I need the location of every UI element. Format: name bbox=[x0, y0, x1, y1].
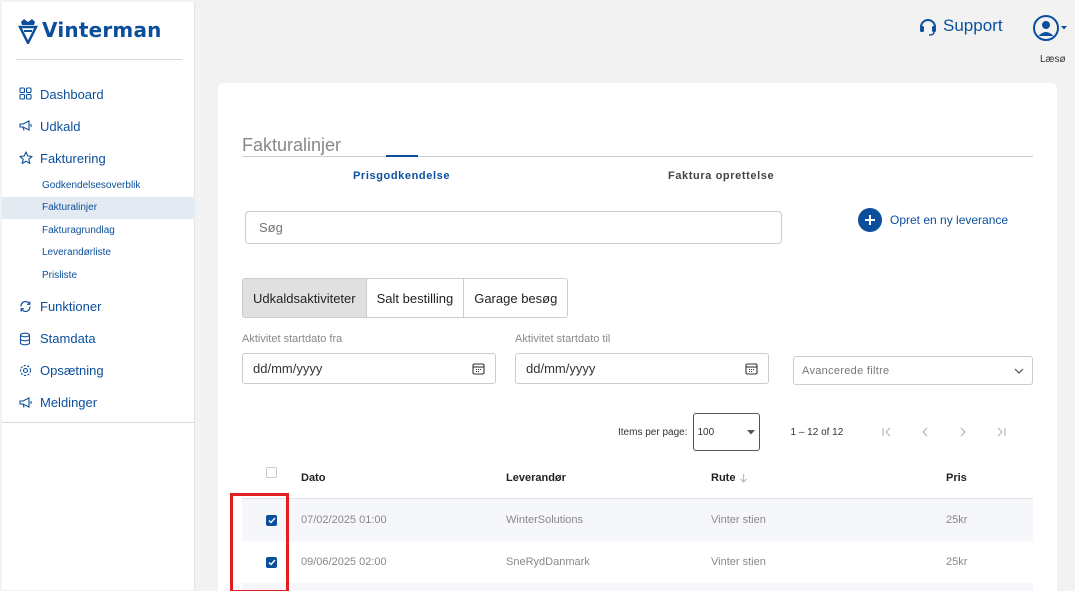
tab-prisgodkendelse[interactable]: Prisgodkendelse bbox=[353, 170, 450, 182]
activity-type-toggle: Udkaldsaktiviteter Salt bestilling Garag… bbox=[242, 278, 569, 318]
user-avatar-icon bbox=[1033, 15, 1059, 41]
cell-leverandor: WinterSolutions bbox=[506, 514, 584, 526]
sidebar-item-label: Meldinger bbox=[40, 395, 98, 410]
date-value: dd/mm/yyyy bbox=[526, 361, 596, 376]
sidebar-item-label: Fakturering bbox=[40, 150, 106, 166]
logo-divider bbox=[16, 59, 182, 60]
calendar-icon bbox=[745, 363, 758, 375]
crown-logo-icon bbox=[18, 19, 38, 44]
cell-pris: 25kr bbox=[946, 556, 968, 568]
paginator: Items per page: 100 1 – 12 of 12 bbox=[618, 413, 1007, 451]
cell-rute: Vinter stien bbox=[711, 556, 766, 568]
segment-garage-besog[interactable]: Garage besøg bbox=[464, 279, 568, 317]
column-header-pris[interactable]: Pris bbox=[946, 472, 1033, 484]
user-name: Læsø bbox=[1040, 54, 1066, 65]
table-row[interactable]: 09/06/2025 02:00 SneRydDanmark Vinter st… bbox=[242, 541, 1033, 583]
sidebar-subitem-fakturalinjer[interactable]: Fakturalinjer bbox=[2, 196, 195, 219]
search-input[interactable] bbox=[245, 211, 782, 244]
page-size-select[interactable]: 100 bbox=[693, 413, 761, 451]
start-date-to-label: Aktivitet startdato til bbox=[515, 333, 611, 345]
select-all-cell bbox=[242, 457, 301, 478]
column-header-rute[interactable]: Rute bbox=[711, 472, 946, 484]
sidebar-item-label: Udkald bbox=[40, 118, 81, 134]
cell-rute: Vinter stien bbox=[711, 514, 766, 526]
sidebar-divider bbox=[2, 422, 195, 423]
sidebar-item-udkald[interactable]: Udkald bbox=[2, 110, 195, 142]
sidebar-nav: Dashboard Udkald Fakturering Godkendelse… bbox=[2, 78, 195, 419]
column-header-leverandor[interactable]: Leverandør bbox=[506, 472, 711, 484]
start-date-to-input[interactable]: dd/mm/yyyy bbox=[515, 353, 769, 384]
sidebar-item-fakturering[interactable]: Fakturering bbox=[2, 142, 195, 174]
megaphone-icon bbox=[19, 119, 33, 133]
megaphone-icon bbox=[19, 396, 33, 410]
sidebar-subitem-prisliste[interactable]: Prisliste bbox=[2, 264, 195, 287]
sidebar-item-label: Opsætning bbox=[40, 363, 104, 378]
support-label: Support bbox=[943, 16, 1003, 35]
segment-udkaldsaktiviteter[interactable]: Udkaldsaktiviteter bbox=[243, 279, 367, 317]
tab-faktura-oprettelse[interactable]: Faktura oprettelse bbox=[668, 170, 774, 182]
invoice-lines-table: Dato Leverandør Rute Pris 07/02/2025 01:… bbox=[242, 457, 1033, 591]
date-value: dd/mm/yyyy bbox=[253, 361, 323, 376]
start-date-from-input[interactable]: dd/mm/yyyy bbox=[242, 353, 496, 384]
column-header-label: Rute bbox=[711, 471, 736, 484]
new-delivery-label: Opret en ny leverance bbox=[890, 213, 1009, 227]
page-title: Fakturalinjer bbox=[242, 135, 342, 155]
sidebar: Vinterman Dashboard Udkald Fakturering G… bbox=[2, 2, 195, 590]
sidebar-item-meldinger[interactable]: Meldinger bbox=[2, 387, 195, 419]
items-per-page-label: Items per page: bbox=[618, 426, 688, 438]
sort-arrow-down-icon bbox=[740, 473, 748, 483]
support-link[interactable]: Support bbox=[918, 16, 1003, 36]
cell-leverandor: SneRydDanmark bbox=[506, 556, 590, 568]
table-row-partial bbox=[242, 583, 1033, 591]
cell-dato: 07/02/2025 01:00 bbox=[301, 514, 387, 526]
sidebar-item-stamdata[interactable]: Stamdata bbox=[2, 323, 195, 355]
sidebar-subitem-fakturagrundlag[interactable]: Fakturagrundlag bbox=[2, 219, 195, 242]
gear-icon bbox=[19, 364, 33, 378]
table-header: Dato Leverandør Rute Pris bbox=[242, 457, 1033, 499]
table-row[interactable]: 07/02/2025 01:00 WinterSolutions Vinter … bbox=[242, 499, 1033, 541]
sidebar-subitem-godkendelsesoverblik[interactable]: Godkendelsesoverblik bbox=[2, 174, 195, 197]
grid-icon bbox=[19, 87, 33, 101]
advanced-filters-select[interactable]: Avancerede filtre bbox=[793, 356, 1033, 385]
column-header-dato[interactable]: Dato bbox=[301, 472, 506, 484]
calendar-icon bbox=[472, 363, 485, 375]
last-page-icon[interactable] bbox=[995, 426, 1007, 438]
segment-salt-bestilling[interactable]: Salt bestilling bbox=[366, 279, 465, 317]
title-underline bbox=[242, 156, 1033, 157]
database-icon bbox=[19, 332, 33, 346]
headset-icon bbox=[920, 19, 936, 36]
user-menu[interactable] bbox=[1032, 14, 1068, 42]
refresh-icon bbox=[19, 300, 33, 314]
cell-dato: 09/06/2025 02:00 bbox=[301, 556, 387, 568]
plus-icon bbox=[858, 208, 882, 232]
caret-down-icon bbox=[747, 429, 756, 434]
sidebar-subitem-leverandorliste[interactable]: Leverandørliste bbox=[2, 242, 195, 265]
select-all-checkbox[interactable] bbox=[266, 467, 277, 478]
caret-down-icon bbox=[1061, 26, 1067, 30]
next-page-icon[interactable] bbox=[957, 426, 969, 438]
sidebar-item-opsaetning[interactable]: Opsætning bbox=[2, 355, 195, 387]
star-icon bbox=[19, 151, 33, 165]
sidebar-item-funktioner[interactable]: Funktioner bbox=[2, 291, 195, 323]
first-page-icon[interactable] bbox=[881, 426, 893, 438]
brand-name: Vinterman bbox=[42, 18, 162, 42]
start-date-from-label: Aktivitet startdato fra bbox=[242, 333, 343, 345]
sidebar-item-label: Dashboard bbox=[40, 86, 104, 102]
annotation-highlight-box bbox=[230, 493, 289, 591]
advanced-filters-label: Avancerede filtre bbox=[802, 364, 890, 377]
cell-pris: 25kr bbox=[946, 514, 968, 526]
sidebar-item-dashboard[interactable]: Dashboard bbox=[2, 78, 195, 110]
sidebar-item-label: Funktioner bbox=[40, 299, 102, 314]
previous-page-icon[interactable] bbox=[919, 426, 931, 438]
page-range-label: 1 – 12 of 12 bbox=[790, 426, 844, 438]
sidebar-item-label: Stamdata bbox=[40, 331, 96, 346]
chevron-down-icon bbox=[1014, 368, 1024, 374]
new-delivery-button[interactable]: Opret en ny leverance bbox=[858, 208, 1008, 232]
active-tab-indicator bbox=[386, 155, 418, 157]
main-card: Fakturalinjer Prisgodkendelse Faktura op… bbox=[218, 83, 1057, 591]
brand-logo[interactable]: Vinterman bbox=[18, 16, 162, 44]
page-size-value: 100 bbox=[697, 426, 715, 438]
